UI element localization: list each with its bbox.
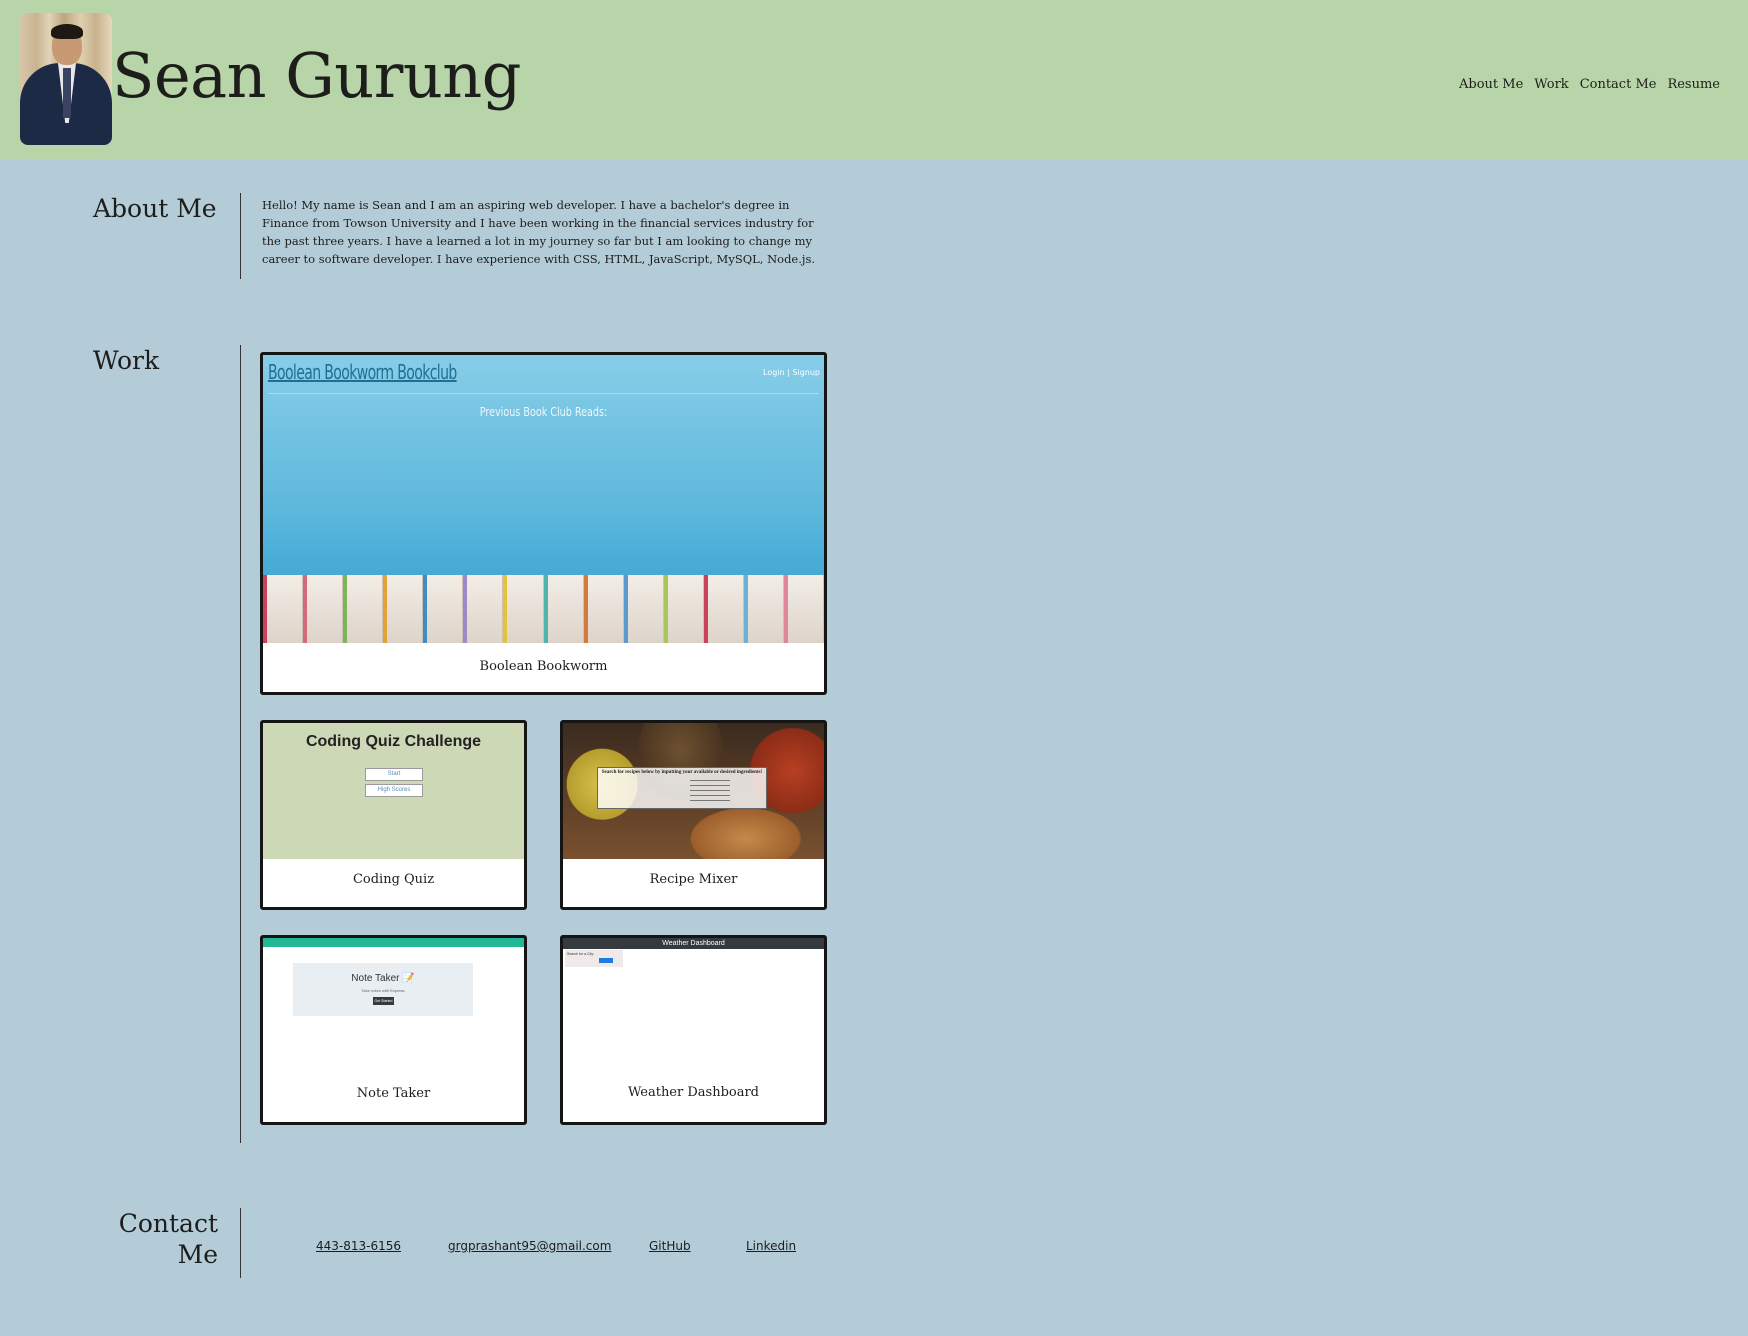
project-card-coding-quiz[interactable]: Coding Quiz Challenge Start High Scores … <box>260 720 527 910</box>
books-image <box>263 575 824 643</box>
contact-github-link[interactable]: GitHub <box>649 1239 691 1253</box>
project-label: Boolean Bookworm <box>479 659 608 674</box>
site-header: Sean Gurung About Me Work Contact Me Res… <box>0 0 1748 160</box>
contact-divider <box>240 1208 241 1278</box>
project-thumbnail: Coding Quiz Challenge Start High Scores <box>263 723 524 859</box>
thumb-heading: Note Taker 📝 <box>351 973 415 984</box>
contact-heading: Contact Me <box>118 1209 218 1269</box>
project-label: Weather Dashboard <box>627 1085 760 1100</box>
thumb-search-box: Search for recipes below by inputting yo… <box>597 767 767 809</box>
about-heading: About Me <box>93 194 217 223</box>
nav-resume[interactable]: Resume <box>1667 76 1720 94</box>
thumb-caption: Previous Book Club Reads: <box>479 405 608 419</box>
project-card-recipe-mixer[interactable]: Search for recipes below by inputting yo… <box>560 720 827 910</box>
nav-work[interactable]: Work <box>1534 76 1568 94</box>
work-divider <box>240 345 241 1143</box>
work-heading: Work <box>93 346 160 375</box>
thumb-start-button: Start <box>365 768 423 781</box>
about-text: Hello! My name is Sean and I am an aspir… <box>262 198 816 266</box>
contact-email-link[interactable]: grgprashant95@gmail.com <box>448 1239 611 1253</box>
project-card-note-taker[interactable]: Note Taker 📝 Take notes with Express Get… <box>260 935 527 1125</box>
thumb-get-started-button: Get Started <box>373 997 394 1005</box>
thumb-heading: Search for recipes below by inputting yo… <box>601 770 763 775</box>
project-card-boolean-bookworm[interactable]: Boolean Bookworm Bookclub Login | Signup… <box>260 352 827 695</box>
nav-contact-me[interactable]: Contact Me <box>1580 76 1657 94</box>
thumb-search-label: Search for a City: <box>567 952 595 956</box>
thumb-subtitle: Take notes with Express <box>361 988 405 993</box>
project-card-weather-dashboard[interactable]: Weather Dashboard Search for a City: Wea… <box>560 935 827 1125</box>
profile-photo <box>20 13 112 145</box>
nav-about-me[interactable]: About Me <box>1459 76 1523 94</box>
about-divider <box>240 193 241 279</box>
main-nav: About Me Work Contact Me Resume <box>1459 76 1720 94</box>
thumb-login-text: Login | Signup <box>763 368 820 377</box>
project-thumbnail: Boolean Bookworm Bookclub Login | Signup… <box>263 355 824 643</box>
project-label: Note Taker <box>356 1086 431 1101</box>
thumb-high-scores-button: High Scores <box>365 784 423 797</box>
site-title: Sean Gurung <box>112 39 521 112</box>
thumb-heading: Boolean Bookworm Bookclub <box>268 360 457 384</box>
contact-phone-link[interactable]: 443-813-6156 <box>316 1239 401 1253</box>
thumb-heading: Coding Quiz Challenge <box>305 733 482 750</box>
project-label: Recipe Mixer <box>649 872 738 887</box>
project-label: Coding Quiz <box>352 872 435 887</box>
contact-linkedin-link[interactable]: Linkedin <box>746 1239 796 1253</box>
project-thumbnail: Weather Dashboard Search for a City: <box>563 938 824 1074</box>
project-thumbnail: Search for recipes below by inputting yo… <box>563 723 824 859</box>
project-thumbnail: Note Taker 📝 Take notes with Express Get… <box>263 938 524 1074</box>
thumb-heading: Weather Dashboard <box>563 938 824 949</box>
